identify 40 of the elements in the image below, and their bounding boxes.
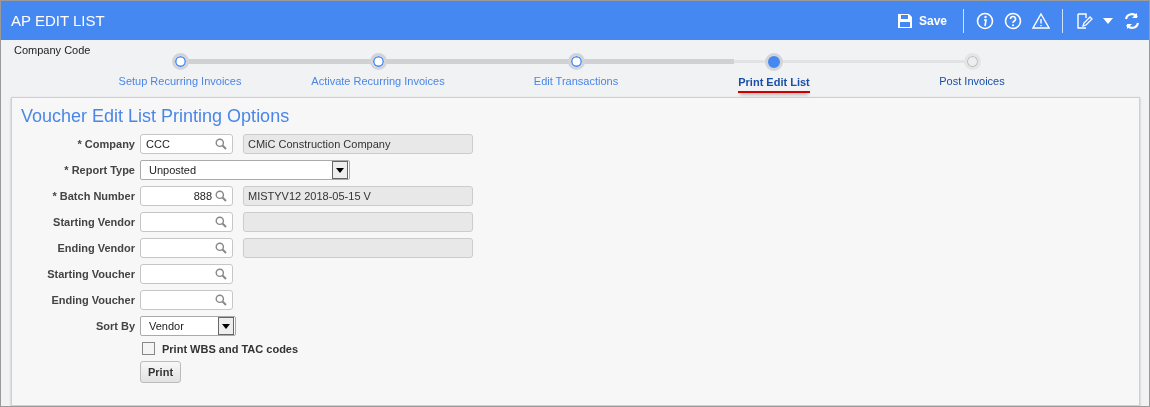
search-icon[interactable] (215, 190, 227, 202)
panel-title: Voucher Edit List Printing Options (21, 106, 291, 127)
description-field: MISTYV12 2018-05-15 V (243, 186, 473, 206)
search-icon[interactable] (215, 268, 227, 280)
search-icon[interactable] (215, 294, 227, 306)
lookup-field[interactable] (140, 264, 233, 284)
edit-note-icon[interactable] (1075, 11, 1093, 30)
step-link[interactable]: Print Edit List (738, 76, 810, 93)
dropdown-field[interactable]: Vendor (140, 316, 236, 336)
field-label: Sort By (94, 320, 135, 332)
field-label: Starting Voucher (46, 268, 135, 280)
field-label: Ending Voucher (50, 294, 135, 306)
step-link[interactable]: Post Invoices (939, 75, 1005, 90)
checkbox[interactable] (142, 342, 155, 355)
field-label: Starting Vendor (52, 216, 135, 228)
field-label: * Company (76, 138, 135, 150)
field-label: * Report Type (63, 164, 135, 176)
search-icon[interactable] (215, 138, 227, 150)
caret-icon (336, 167, 344, 173)
search-icon[interactable] (215, 242, 227, 254)
window-title: AP EDIT LIST (11, 12, 105, 29)
checkbox-option[interactable]: Print WBS and TAC codes (142, 342, 1130, 355)
lookup-field[interactable]: 888 (140, 186, 233, 206)
print-button[interactable]: Print (140, 361, 182, 383)
lookup-field[interactable] (140, 238, 233, 258)
warning-icon[interactable] (1032, 11, 1050, 30)
field-label: * Batch Number (51, 190, 135, 202)
lookup-field[interactable] (140, 290, 233, 310)
caret-icon (222, 323, 230, 329)
field-label: Ending Vendor (56, 242, 135, 254)
dropdown-field[interactable]: Unposted (140, 160, 350, 180)
company-code-label: Company Code (14, 44, 91, 56)
help-icon[interactable] (1004, 11, 1022, 30)
caret-icon[interactable] (1103, 16, 1113, 25)
lookup-field[interactable] (140, 212, 233, 232)
refresh-icon[interactable] (1123, 11, 1141, 30)
search-icon[interactable] (215, 216, 227, 228)
lookup-field[interactable]: CCC (140, 134, 233, 154)
description-field: CMiC Construction Company (243, 134, 473, 154)
info-icon[interactable] (976, 11, 994, 30)
